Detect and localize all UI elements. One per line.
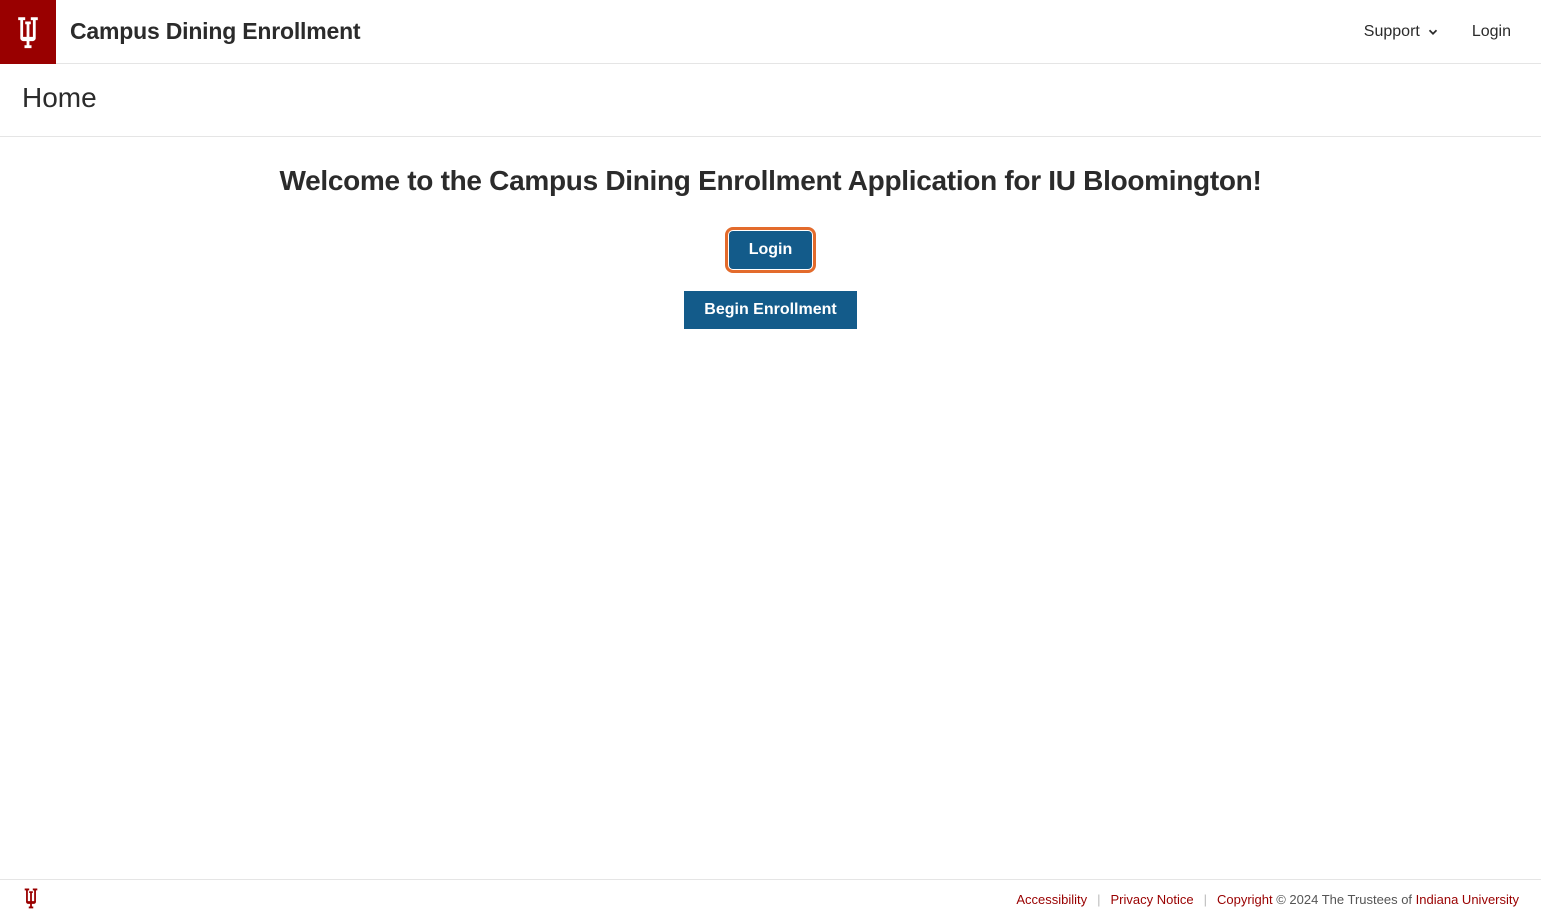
nav-login-label: Login [1472,23,1511,41]
welcome-heading: Welcome to the Campus Dining Enrollment … [279,165,1261,197]
footer-copyright-text: © 2024 The Trustees of [1273,892,1416,907]
page-title: Home [22,82,1519,114]
main-content: Welcome to the Campus Dining Enrollment … [0,137,1541,879]
iu-trident-icon [14,14,42,50]
footer-copyright-link[interactable]: Copyright [1217,892,1273,907]
footer-links: Accessibility | Privacy Notice | Copyrig… [1016,892,1519,907]
iu-logo-block[interactable] [0,0,56,64]
header-nav: Support Login [1364,23,1541,41]
footer-accessibility-link[interactable]: Accessibility [1016,892,1087,907]
iu-trident-icon [22,886,40,910]
footer-separator: | [1204,892,1207,907]
subheader: Home [0,64,1541,137]
nav-support-dropdown[interactable]: Support [1364,23,1440,41]
nav-support-label: Support [1364,23,1420,41]
chevron-down-icon [1426,25,1440,39]
begin-enrollment-button[interactable]: Begin Enrollment [684,291,856,329]
footer-iu-logo[interactable] [22,886,40,913]
app-header: Campus Dining Enrollment Support Login [0,0,1541,64]
login-button[interactable]: Login [729,231,813,269]
footer-privacy-link[interactable]: Privacy Notice [1111,892,1194,907]
footer-separator: | [1097,892,1100,907]
footer-iu-link[interactable]: Indiana University [1416,892,1519,907]
footer: Accessibility | Privacy Notice | Copyrig… [0,879,1541,919]
nav-login-link[interactable]: Login [1472,23,1511,41]
app-title: Campus Dining Enrollment [70,18,360,45]
